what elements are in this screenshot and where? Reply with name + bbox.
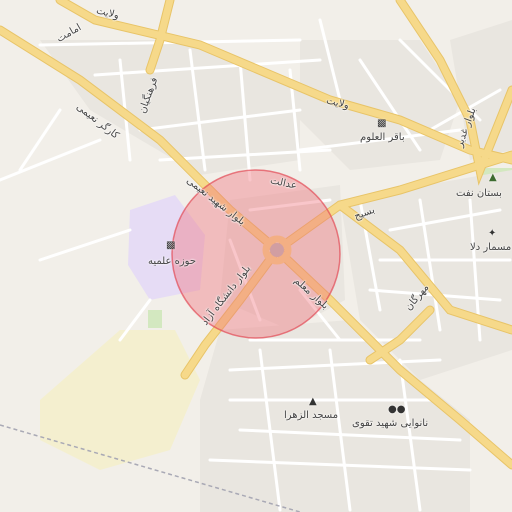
highlight-circle[interactable] [171, 169, 341, 339]
poi-mesmar-dala[interactable]: مسمار دلا [470, 242, 511, 253]
poi-masjed-zahra[interactable]: مسجد الزهرا [284, 410, 338, 421]
restaurant-icon[interactable]: ✦ [488, 228, 496, 239]
school-icon[interactable]: ▩ [166, 240, 175, 251]
sand-area [40, 330, 200, 470]
map-canvas[interactable] [0, 0, 512, 512]
poi-bustan-naft[interactable]: بستان نفت [456, 188, 502, 199]
park-small-2 [148, 310, 162, 328]
tree-icon[interactable]: ▲ [489, 172, 497, 183]
bakery-icon[interactable]: ●● [388, 404, 405, 415]
map-view[interactable]: ولایت امامت فرهنگیان کارگر نعیمی ولایت ب… [0, 0, 512, 512]
poi-nanvayi-taghavi[interactable]: نانوایی شهید تقوی [352, 418, 428, 429]
mosque-icon[interactable]: ▲ [309, 396, 317, 407]
school-icon[interactable]: ▩ [377, 118, 386, 129]
poi-bagher-oloom[interactable]: باقر العلوم [360, 132, 405, 143]
poi-howze-elmiye[interactable]: حوزه علمیه [148, 256, 196, 267]
